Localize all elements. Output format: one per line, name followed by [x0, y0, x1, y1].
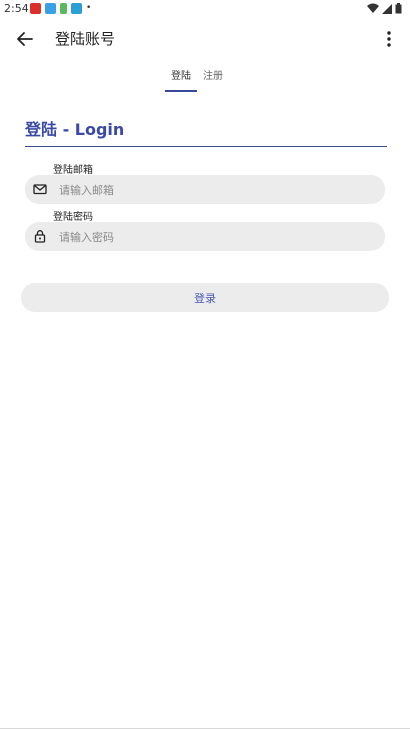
tab-login[interactable]: 登陆 — [165, 66, 197, 92]
arrow-back-icon — [17, 32, 33, 46]
password-label: 登陆密码 — [53, 212, 93, 223]
password-field[interactable] — [25, 222, 385, 253]
login-button[interactable]: 登录 — [21, 283, 389, 312]
battery-icon — [395, 3, 402, 14]
app-notification-icon — [60, 3, 67, 14]
status-bar: 2:54 • — [0, 0, 410, 18]
app-notification-icon — [45, 3, 56, 14]
wifi-icon — [367, 3, 379, 13]
lock-icon — [34, 230, 46, 243]
app-notification-icon — [71, 3, 82, 14]
back-button[interactable] — [12, 26, 38, 52]
app-notification-icon — [30, 3, 41, 14]
status-time: 2:54 — [4, 2, 29, 15]
mail-icon — [33, 184, 47, 195]
dot-icon: • — [86, 3, 92, 13]
email-field[interactable] — [25, 175, 385, 206]
signal-icon — [382, 4, 392, 14]
tab-bar: 登陆 注册 — [165, 66, 229, 94]
app-bar: 登陆账号 — [0, 20, 410, 58]
email-label: 登陆邮箱 — [53, 165, 93, 176]
page-title: 登陆账号 — [55, 30, 116, 48]
password-input[interactable] — [57, 222, 381, 253]
form-heading: 登陆 - Login — [25, 116, 387, 147]
tab-register[interactable]: 注册 — [197, 66, 229, 92]
system-icons — [367, 3, 402, 14]
overflow-menu-button[interactable] — [380, 26, 398, 52]
more-vert-icon — [387, 31, 391, 47]
notification-icons: • — [30, 3, 91, 14]
email-input[interactable] — [57, 175, 381, 206]
